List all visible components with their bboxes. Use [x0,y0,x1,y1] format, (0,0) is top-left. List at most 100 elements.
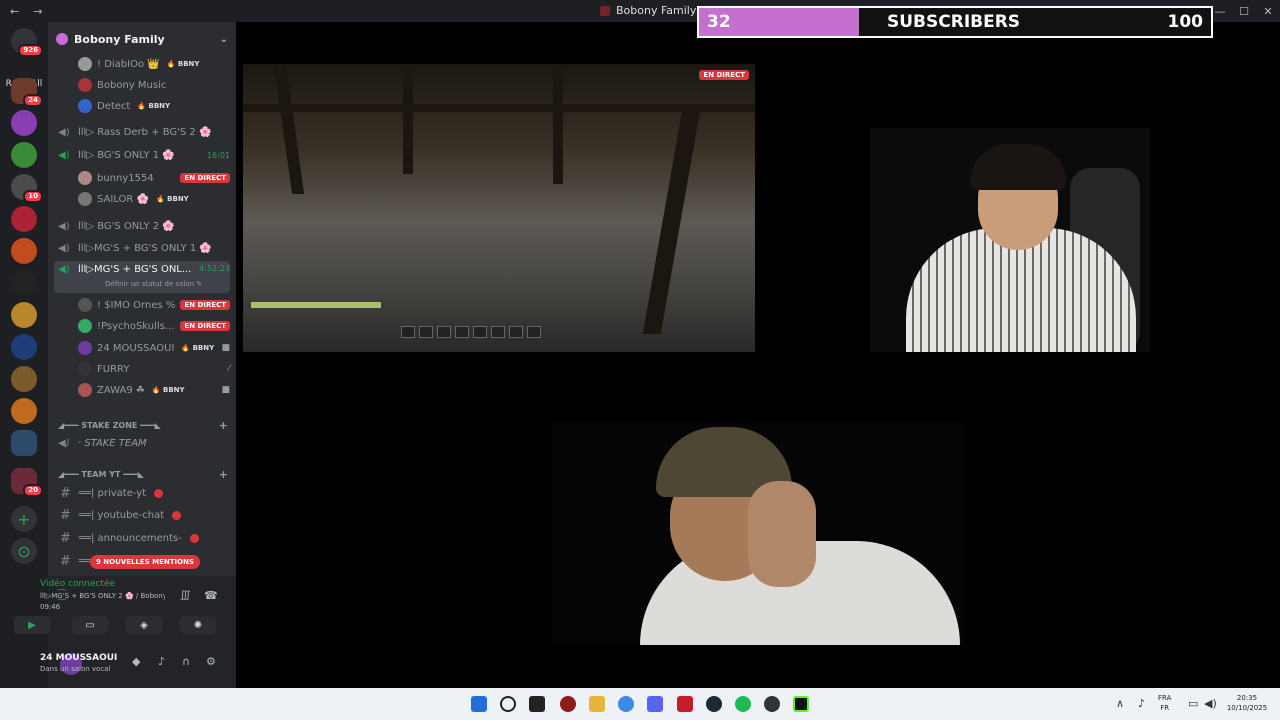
guild-name: Bobony Family [74,32,165,46]
obs-icon[interactable] [764,696,780,712]
back-arrow-icon[interactable]: ← [10,5,19,18]
language-indicator[interactable]: FRA FR [1158,693,1171,713]
direct-messages-icon[interactable]: 926 [11,28,43,57]
screen-share-stream[interactable]: EN DIRECT [243,64,755,352]
server-icon[interactable] [11,142,37,168]
add-channel-icon[interactable]: + [219,468,228,481]
goal-progress-fill: 32 [699,8,859,36]
channel-timer: 4:52:23 [199,264,230,273]
server-badge: 24 [23,94,43,107]
video-connected-label[interactable]: Vidéo connectée [40,579,115,589]
server-folder-icon[interactable]: 20 [11,468,43,497]
category-stake-zone[interactable]: ◢━━━ STAKE ZONE ━━━◣ + [58,418,228,432]
server-icon[interactable] [11,302,37,328]
voice-channel[interactable]: ◀) lll▷MG'S + BG'S ONLY 1 🌸 [54,238,230,258]
soundboard-button[interactable]: ✺ [180,616,216,634]
avatar [78,171,92,185]
voice-channel[interactable]: ◀) lll▷ BG'S ONLY 2 🌸 [54,216,230,236]
avatar [78,298,92,312]
voice-channel[interactable]: ◀) · STAKE TEAM [54,433,230,453]
voice-user[interactable]: ! $IMO Ornes % EN DIRECT [54,295,230,315]
webcam-stream[interactable] [870,128,1150,352]
server-icon[interactable] [11,398,37,424]
chrome-icon[interactable] [618,696,634,712]
voice-channel-active[interactable]: ◀) lll▷MG'S + BG'S ONL... 4:52:23 [54,261,230,293]
headphones-icon[interactable]: ∩ [182,655,190,668]
text-channel[interactable]: # ══| private-yt [54,483,230,503]
discord-icon[interactable] [647,696,663,712]
explore-servers-icon[interactable]: ⊙ [11,538,37,564]
spotify-icon[interactable] [735,696,751,712]
speaker-icon: ◀) [58,126,70,138]
text-channel[interactable]: # ══| youtube-chat [54,505,230,525]
server-folder-icon[interactable] [11,430,37,456]
add-server-icon[interactable]: + [11,506,37,532]
camera-button[interactable]: ▶ [14,616,50,634]
app-icon[interactable] [560,696,576,712]
app-icon[interactable] [793,696,809,712]
screen-share-button[interactable]: ▭ [72,616,108,634]
user-name: bunny1554 [97,172,154,184]
task-view-icon[interactable] [529,696,545,712]
voice-user[interactable]: FURRY ⁄ [54,359,230,379]
notification-dot [189,533,199,543]
search-icon[interactable] [500,696,516,712]
username[interactable]: 24 MOUSSAOUI [40,653,117,663]
steam-icon[interactable] [706,696,722,712]
server-icon[interactable]: 10 [11,174,43,203]
voice-user[interactable]: 24 MOUSSAOUI 🔥 BBNY ■ [54,338,230,358]
voice-user[interactable]: Bobony Music [54,75,230,95]
new-mentions-badge[interactable]: 9 NOUVELLES MENTIONS [90,555,201,569]
close-button[interactable]: ✕ [1256,0,1280,22]
start-icon[interactable] [471,696,487,712]
app-icon[interactable] [677,696,693,712]
volume-icon[interactable]: ◀) [1204,697,1217,710]
webcam-stream[interactable] [552,423,964,645]
voice-connection-panel: ⁐ Vidéo connectée lll▷MG'S + BG'S ONLY 2… [14,576,236,644]
subscriber-goal-overlay: 32 SUBSCRIBERS 100 [697,6,1213,38]
text-channel[interactable]: # ══| announcements- [54,528,230,548]
voice-user[interactable]: bunny1554 EN DIRECT [54,168,230,188]
server-icon[interactable] [11,366,37,392]
microphone-icon[interactable]: ♪ [158,655,165,668]
voice-user[interactable]: SAILOR 🌸 🔥 BBNY [54,189,230,209]
voice-channel[interactable]: ◀) lll▷ Rass Derb + BG'S 2 🌸 [54,122,230,142]
user-tag: 🔥 BBNY [156,195,189,203]
speaker-icon: ◀) [58,242,70,254]
category-team-yt[interactable]: ◢━━━ TEAM YT ━━━◣ + [58,467,228,481]
hash-icon: # [60,530,71,546]
maximize-button[interactable]: ☐ [1232,0,1256,22]
gear-icon[interactable]: ⚙ [206,655,216,668]
windows-taskbar [0,688,1280,720]
guild-header[interactable]: Bobony Family ⌄ [56,30,228,48]
server-icon[interactable] [11,238,37,264]
health-bar [251,302,381,308]
chevron-down-icon[interactable]: ⌄ [220,34,228,45]
server-icon[interactable] [11,334,37,360]
server-icon[interactable] [11,206,37,232]
server-icon[interactable]: 24 [11,78,43,107]
gamepad-icon[interactable]: ◆ [132,655,140,668]
noise-suppression-icon[interactable]: ∭ [180,590,191,601]
voice-channel[interactable]: ◀) lll▷ BG'S ONLY 1 🌸 16:01 [54,145,230,165]
forward-arrow-icon[interactable]: → [33,5,42,18]
set-channel-status[interactable]: Définir un statut de salon ✎ [105,280,202,288]
microphone-icon[interactable]: ♪ [1138,697,1145,710]
server-icon[interactable] [11,270,37,296]
voice-user[interactable]: ZAWA9 ☘ 🔥 BBNY ■ [54,380,230,400]
avatar [78,341,92,355]
channel-name: · STAKE TEAM [78,437,147,449]
display-icon[interactable]: ▭ [1188,697,1198,710]
voice-user[interactable]: Detect 🔥 BBNY [54,96,230,116]
voice-user[interactable]: ! DiabIOo 👑 🔥 BBNY [54,54,230,74]
hash-icon: # [60,485,71,501]
server-icon[interactable] [11,110,37,136]
file-explorer-icon[interactable] [589,696,605,712]
add-channel-icon[interactable]: + [219,419,228,432]
chevron-up-icon[interactable]: ∧ [1116,697,1124,710]
voice-user[interactable]: !PsychoSkulls... EN DIRECT [54,316,230,336]
server-badge: 10 [23,190,43,203]
disconnect-icon[interactable]: ☎ [204,589,218,602]
activities-button[interactable]: ◈ [126,616,162,634]
clock[interactable]: 20:35 10/10/2025 [1226,693,1268,713]
